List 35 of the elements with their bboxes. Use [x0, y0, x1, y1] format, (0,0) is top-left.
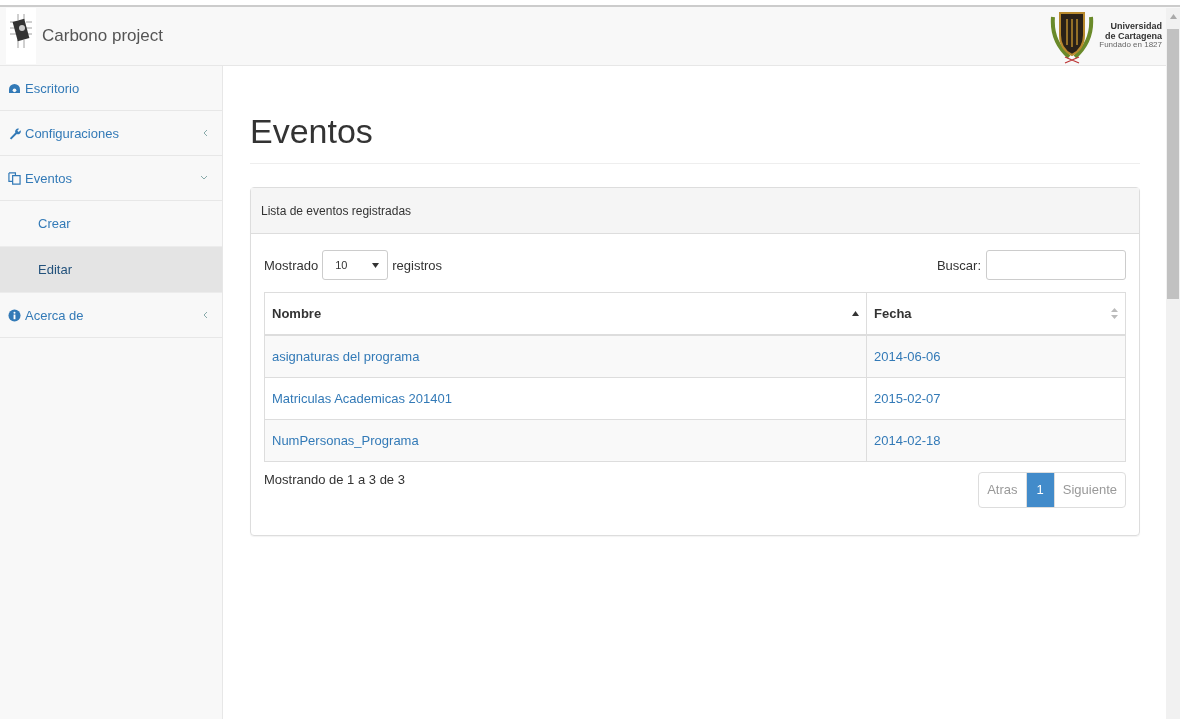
scrollbar-thumb[interactable]: [1167, 29, 1179, 299]
table-cell-link[interactable]: asignaturas del programa: [264, 335, 867, 378]
dashboard-icon: [8, 82, 21, 94]
table-cell-link[interactable]: NumPersonas_Programa: [264, 419, 867, 462]
chevron-down-icon: [200, 175, 208, 181]
sidebar-item[interactable]: Eventos: [0, 156, 222, 201]
sidebar-item[interactable]: Escritorio: [0, 66, 222, 111]
scroll-up-icon: [1169, 14, 1177, 19]
submenu-item[interactable]: Editar: [0, 247, 222, 293]
search-field[interactable]: [986, 250, 1126, 280]
wrench-icon: [8, 126, 21, 140]
table-info: Mostrando de 1 a 3 de 3: [264, 472, 405, 487]
info-icon: [8, 308, 21, 322]
page-title: Eventos: [250, 112, 1140, 164]
page-size-select[interactable]: 10: [322, 250, 389, 280]
pagination-button[interactable]: 1: [1025, 473, 1054, 507]
copy-icon: [8, 171, 21, 185]
sidebar-item[interactable]: Configuraciones: [0, 111, 222, 156]
university-name: Universidad: [1110, 22, 1162, 32]
sidebar-item[interactable]: Acerca de: [0, 293, 222, 338]
founded-caption: Fundado en 1827: [1099, 41, 1162, 50]
table-cell-link[interactable]: 2015-02-07: [866, 377, 1126, 420]
table-cell-link[interactable]: 2014-02-18: [866, 419, 1126, 462]
brand-title[interactable]: Carbono project: [42, 26, 163, 46]
chevron-left-icon: [202, 311, 208, 319]
panel-heading: Lista de eventos registradas: [251, 188, 1139, 234]
length-label: registros: [392, 257, 443, 273]
length-label: Mostrado: [264, 257, 319, 273]
table-cell-link[interactable]: Matriculas Academicas 201401: [264, 377, 867, 420]
table-cell-link[interactable]: 2014-06-06: [866, 335, 1126, 378]
scrollbar[interactable]: [1166, 8, 1180, 719]
search-label: Buscar:: [936, 257, 981, 273]
chevron-left-icon: [202, 129, 208, 137]
caret-icon: [372, 262, 380, 268]
university-name: de Cartagena: [1104, 31, 1162, 41]
